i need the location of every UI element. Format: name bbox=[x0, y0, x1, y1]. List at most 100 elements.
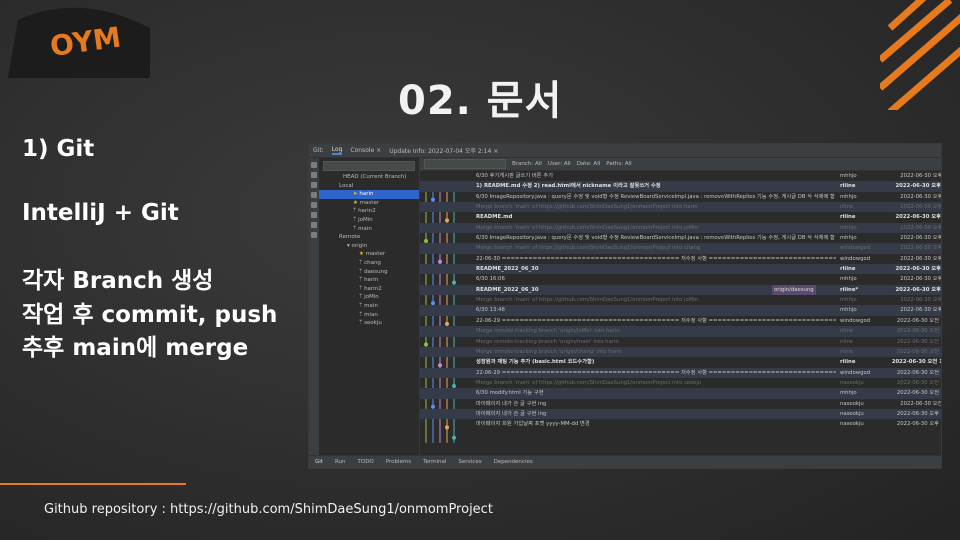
commit-author: riiine* bbox=[840, 286, 859, 293]
commit-date: 2022-06-30 오전 10:15 bbox=[896, 338, 941, 345]
step-line-2: 작업 후 commit, push bbox=[22, 302, 278, 328]
branch-remote-main[interactable]: ᛘ main bbox=[319, 302, 419, 311]
status-terminal[interactable]: Terminal bbox=[423, 459, 446, 465]
commit-author: riiine bbox=[840, 214, 856, 221]
commit-row[interactable]: 22-06-30 ===============================… bbox=[420, 254, 941, 264]
commit-row[interactable]: 22-06-29 ===============================… bbox=[420, 316, 941, 326]
log-search-input[interactable] bbox=[424, 159, 506, 169]
commit-date: 2022-06-30 오후 4:04 bbox=[895, 286, 942, 293]
checkout-icon[interactable] bbox=[311, 212, 317, 218]
commit-row[interactable]: 성장원과 재팅 기능 추가 (basic.html 코드수가함) riiine 20… bbox=[420, 357, 941, 367]
commit-row[interactable]: 1) README.md 수정 2) read.html에서 nickname … bbox=[420, 181, 942, 192]
pull-icon[interactable] bbox=[311, 192, 317, 198]
commit-author: mhhjo bbox=[840, 193, 857, 200]
commit-row[interactable]: 6/30 modify.html 기능 구현 mhhjo 2022-06-30 오전… bbox=[420, 388, 941, 399]
branch-search-input[interactable] bbox=[323, 161, 415, 171]
commit-message: 마이페이지 회원 가입날짜 포맷 yyyy-MM-dd 변경 bbox=[476, 421, 590, 428]
commit-message: 6/30 ImageRepository.java : query문 수정 및 … bbox=[476, 235, 835, 242]
commit-message: Merge remote-tracking branch 'origin/cha… bbox=[476, 348, 622, 355]
commit-row[interactable]: README_2022_06_30 riiine 2022-06-30 오후 4:0… bbox=[420, 264, 941, 275]
tab-console[interactable]: Console × bbox=[350, 147, 381, 154]
branch-remote-jomin[interactable]: ᛘ joMin bbox=[319, 293, 419, 302]
subheading: IntelliJ + Git bbox=[22, 200, 179, 226]
commit-message: 6/30 modify.html 기능 구현 bbox=[476, 390, 544, 397]
branch-remote-daesung[interactable]: ᛘ daesung bbox=[319, 268, 419, 277]
commit-message: README.md bbox=[476, 214, 513, 221]
commit-row[interactable]: 6/30 13:48 mhhjo 2022-06-30 오후 1:49 bbox=[420, 305, 942, 316]
commit-row[interactable]: 6/30 ImageRepository.java : query문 수정 및 … bbox=[420, 233, 941, 243]
status-run[interactable]: Run bbox=[335, 459, 346, 465]
commit-message: 6/30 ImageRepository.java : query문 수정 및 … bbox=[476, 193, 835, 200]
tab-log[interactable]: Log bbox=[331, 146, 343, 155]
branch-group-local[interactable]: Local bbox=[319, 182, 419, 191]
status-dependencies[interactable]: Dependencies bbox=[494, 459, 533, 465]
commit-date: 2022-06-30 오후 4:06 bbox=[900, 276, 942, 283]
branch-group-remote[interactable]: Remote bbox=[319, 233, 419, 242]
commit-date: 2022-06-30 오후 5:38 bbox=[895, 214, 942, 221]
commit-row[interactable]: README.md riiine 2022-06-30 오후 5:38 bbox=[420, 212, 941, 222]
branch-remote-chang[interactable]: ᛘ chang bbox=[319, 259, 419, 268]
fetch-icon[interactable] bbox=[311, 172, 317, 178]
commit-row[interactable]: README_2022_06_30 origin/daesung riiine* 20… bbox=[420, 284, 942, 296]
branch-remote-harin[interactable]: ᛘ harin bbox=[319, 276, 419, 285]
filter-paths[interactable]: Paths: All bbox=[606, 161, 631, 167]
commit-author: mhhjo bbox=[840, 276, 857, 283]
commit-message: 22-06-30 ===============================… bbox=[476, 255, 836, 262]
branch-group-origin[interactable]: ▾ origin bbox=[319, 242, 419, 251]
commit-date: 2022-06-30 오후 1:49 bbox=[900, 307, 942, 314]
commit-date: 2022-06-30 오후 5:49 bbox=[895, 183, 942, 190]
status-git[interactable]: Git bbox=[315, 459, 323, 465]
branch-local-jomin[interactable]: ᛘ joMin bbox=[319, 216, 419, 225]
commit-log: Branch: All User: All Date: All Paths: A… bbox=[420, 158, 941, 456]
filter-date[interactable]: Date: All bbox=[577, 161, 601, 167]
status-problems[interactable]: Problems bbox=[386, 459, 411, 465]
settings-icon[interactable] bbox=[311, 232, 317, 238]
commit-date: 2022-06-30 오후 12:23 bbox=[896, 421, 941, 428]
commit-author: mhhjo bbox=[840, 173, 857, 179]
status-todo[interactable]: TODO bbox=[358, 459, 374, 465]
branch-remote-mian[interactable]: ᛘ mian bbox=[319, 311, 419, 320]
commit-row[interactable]: 마이페이지 회원 가입날짜 포맷 yyyy-MM-dd 변경 naseokju 20… bbox=[420, 419, 941, 429]
commit-message: 6/30 16:06 bbox=[476, 276, 505, 283]
commit-author: naseokju bbox=[840, 410, 864, 417]
commit-row[interactable]: Merge branch 'main' of https://github.co… bbox=[420, 222, 941, 234]
star-icon: ★ bbox=[353, 199, 360, 206]
branch-local-main[interactable]: ᛘ main bbox=[319, 225, 419, 234]
commit-row[interactable]: Merge branch 'main' of https://github.co… bbox=[420, 202, 941, 213]
branch-remote-master[interactable]: ★ master bbox=[319, 250, 419, 259]
refresh-icon[interactable] bbox=[311, 162, 317, 168]
filter-branch[interactable]: Branch: All bbox=[512, 161, 542, 167]
commit-author: naseokju bbox=[840, 379, 864, 386]
branch-head[interactable]: HEAD (Current Branch) bbox=[319, 173, 419, 182]
commit-date: 2022-06-30 오후 4:50 bbox=[900, 245, 942, 252]
commit-message: README_2022_06_30 bbox=[476, 266, 539, 273]
commit-author: riiine bbox=[840, 348, 854, 355]
branch-remote-seokju[interactable]: ᛘ seokju bbox=[319, 319, 419, 328]
commit-row[interactable]: 6/30 ImageRepository.java : query문 수정 및 … bbox=[420, 192, 941, 202]
commit-row[interactable]: 6/30 후기게시판 글쓰기 버튼 추가 mhhjo 2022-06-30 오후 6… bbox=[420, 171, 941, 181]
commit-rows: 6/30 후기게시판 글쓰기 버튼 추가 mhhjo 2022-06-30 오후 6… bbox=[420, 171, 941, 456]
commit-row[interactable]: 마이페이지 내가 쓴 글 구현 ing naseokju 2022-06-30 오전… bbox=[420, 399, 941, 409]
status-services[interactable]: Services bbox=[458, 459, 481, 465]
commit-row[interactable]: Merge remote-tracking branch 'origin/joM… bbox=[420, 326, 941, 337]
branch-local-harin2[interactable]: ᛘ harin2 bbox=[319, 207, 419, 216]
commit-row[interactable]: Merge branch 'main' of https://github.co… bbox=[420, 243, 942, 254]
commit-row[interactable]: 22-06-29 ===============================… bbox=[420, 367, 941, 378]
commit-row[interactable]: Merge remote-tracking branch 'origin/cha… bbox=[420, 346, 941, 358]
search-icon[interactable] bbox=[311, 202, 317, 208]
update-icon[interactable] bbox=[311, 182, 317, 188]
commit-row[interactable]: Merge branch 'main' of https://github.co… bbox=[420, 295, 941, 305]
favorite-icon[interactable] bbox=[311, 222, 317, 228]
commit-row[interactable]: 마이페이지 내가 쓴 글 구현 ing naseokju 2022-06-30 오후… bbox=[420, 408, 941, 420]
commit-row[interactable]: Merge remote-tracking branch 'origin/mai… bbox=[420, 337, 941, 347]
branch-local-master[interactable]: ★ master bbox=[319, 199, 419, 208]
tab-git-label: Git: bbox=[313, 147, 324, 154]
filter-user[interactable]: User: All bbox=[548, 161, 571, 167]
branch-remote-harin2[interactable]: ᛘ harin2 bbox=[319, 285, 419, 294]
commit-message: Merge branch 'main' of https://github.co… bbox=[476, 204, 698, 211]
tab-update-info[interactable]: Update Info: 2022-07-04 오후 2:14 × bbox=[389, 146, 498, 155]
branch-local-harin[interactable]: ➤ harin bbox=[319, 190, 419, 199]
commit-row[interactable]: 6/30 16:06 mhhjo 2022-06-30 오후 4:06 bbox=[420, 274, 941, 284]
commit-row[interactable]: Merge branch 'main' of https://github.co… bbox=[420, 378, 941, 388]
commit-message: Merge branch 'main' of https://github.co… bbox=[476, 297, 699, 304]
